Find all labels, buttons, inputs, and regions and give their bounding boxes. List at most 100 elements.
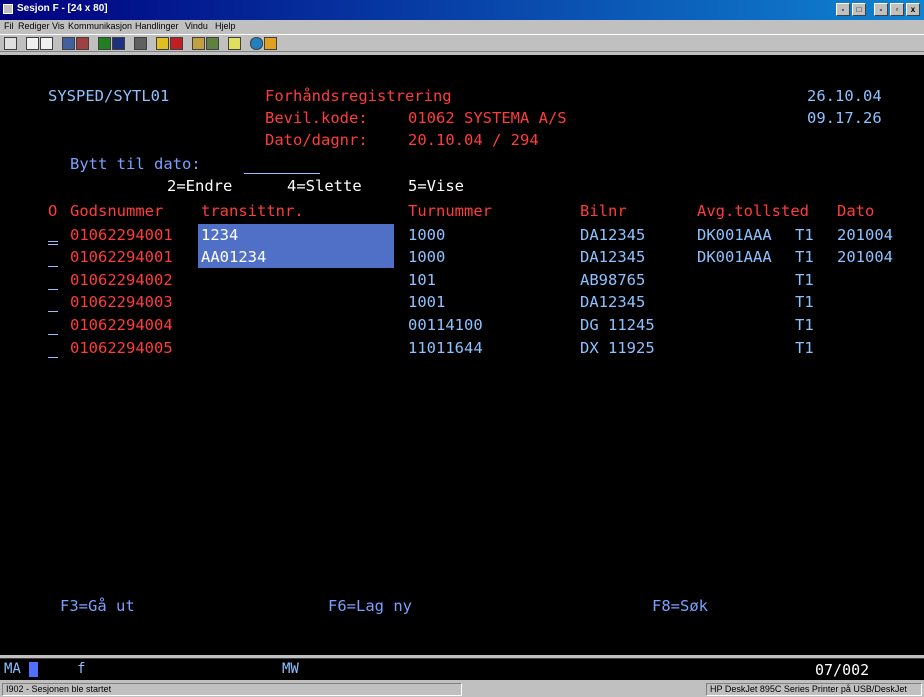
oia-f-indicator: f [77,661,86,677]
option-delete: 4=Slette [287,177,362,195]
col-header-avg-tollsted: Avg.tollsted [697,202,809,220]
menu-vis[interactable]: Vis [52,21,64,31]
option-view: 5=Vise [408,177,464,195]
row-godsnummer: 01062294001 [70,226,173,244]
play-icon[interactable] [192,37,205,50]
row-bilnr: DA12345 [580,293,646,311]
restore-button[interactable]: ▫ [890,3,904,16]
display-icon[interactable] [98,37,111,50]
copy-icon[interactable] [26,37,39,50]
globe-icon[interactable] [250,37,263,50]
row-option-underline [48,357,58,358]
close-button[interactable]: x [906,3,920,16]
print-screen-icon[interactable] [4,37,17,50]
current-time: 09.17.26 [807,109,882,127]
row-type: T1 [795,248,814,266]
record-icon[interactable] [156,37,169,50]
col-header-option: O [48,202,58,220]
dato-label: Dato/dagnr: [265,131,368,149]
row-transittnr-input[interactable]: 1234 [198,224,394,246]
row-option-underline [48,311,58,312]
stop-icon[interactable] [170,37,183,50]
bevil-label: Bevil.kode: [265,109,368,127]
row-option-input[interactable] [48,291,60,311]
menu-vindu[interactable]: Vindu [185,21,208,31]
row-type: T1 [795,293,814,311]
row-type: T1 [795,226,814,244]
script-icon[interactable] [206,37,219,50]
row-bilnr: DA12345 [580,248,646,266]
minimize-button[interactable]: - [874,3,888,16]
toolbar [0,34,924,52]
row-godsnummer: 01062294003 [70,293,173,311]
f3-exit-key[interactable]: F3=Gå ut [60,595,135,617]
row-turnummer: 1000 [408,248,446,266]
row-type: T1 [795,339,814,357]
row-bilnr: AB98765 [580,271,646,289]
row-avg-tollsted: DK001AAA [697,248,772,266]
row-avg-tollsted: DK001AAA [697,226,772,244]
printer-status: HP DeskJet 895C Series Printer på USB/De… [706,683,922,696]
row-option-underline-2 [48,244,58,245]
send-icon[interactable] [62,37,75,50]
row-option-underline [48,334,58,335]
col-header-dato: Dato [837,202,875,220]
row-bilnr: DG 11245 [580,316,655,334]
paste-icon[interactable] [40,37,53,50]
status-bar: I902 - Sesjonen ble startet HP DeskJet 8… [0,681,924,697]
row-option-input[interactable] [48,314,60,334]
row-dato: 201004 [837,248,893,266]
oia-ma-indicator: MA [4,661,21,677]
row-option-underline [48,241,58,242]
operator-info-area: MA f MW 07/002 [0,658,924,680]
row-option-input[interactable] [48,269,60,289]
window-controls: - □ - ▫ x [836,3,920,16]
row-godsnummer: 01062294002 [70,271,173,289]
session-maximize-button[interactable]: □ [852,3,866,16]
oia-mw-indicator: MW [282,661,299,677]
menu-rediger[interactable]: Rediger [18,21,50,31]
menu-fil[interactable]: Fil [4,21,14,31]
macro-icon[interactable] [134,37,147,50]
f8-search-key[interactable]: F8=Søk [652,595,708,617]
monitor-icon[interactable] [112,37,125,50]
row-turnummer: 1001 [408,293,446,311]
menu-kommunikasjon[interactable]: Kommunikasjon [68,21,132,31]
f6-new-key[interactable]: F6=Lag ny [328,595,412,617]
menu-handlinger[interactable]: Handlinger [135,21,179,31]
row-godsnummer: 01062294001 [70,248,173,266]
change-date-label: Bytt til dato: [70,155,201,173]
row-turnummer: 00114100 [408,316,483,334]
clipboard-icon[interactable] [228,37,241,50]
app-icon[interactable] [3,4,13,14]
row-godsnummer: 01062294004 [70,316,173,334]
option-edit: 2=Endre [167,177,233,195]
dato-value: 20.10.04 / 294 [408,131,539,149]
row-transittnr-input[interactable]: AA01234 [198,246,394,268]
col-header-godsnummer: Godsnummer [70,202,164,220]
bevil-value: 01062 SYSTEMA A/S [408,109,567,127]
row-option-underline [48,289,58,290]
row-option-input[interactable] [48,337,60,357]
row-type: T1 [795,271,814,289]
title-bar: Sesjon F - [24 x 80] - □ - ▫ x [0,0,924,20]
menu-hjelp[interactable]: Hjelp [215,21,236,31]
row-turnummer: 11011644 [408,339,483,357]
col-header-bilnr: Bilnr [580,202,627,220]
row-dato: 201004 [837,226,893,244]
cursor-position: 07/002 [815,661,870,679]
screen-title: Forhåndsregistrering [265,87,452,105]
row-option-input[interactable] [48,246,60,266]
row-turnummer: 1000 [408,226,446,244]
col-header-transittnr: transittnr. [201,202,304,220]
session-minimize-button[interactable]: - [836,3,850,16]
row-turnummer: 101 [408,271,436,289]
current-date: 26.10.04 [807,87,882,105]
terminal-screen[interactable]: SYSPED/SYTL01 Forhåndsregistrering 26.10… [0,55,924,655]
col-header-turnummer: Turnummer [408,202,492,220]
row-option-underline [48,266,58,267]
pencil-icon[interactable] [264,37,277,50]
status-message: I902 - Sesjonen ble startet [2,683,462,696]
row-godsnummer: 01062294005 [70,339,173,357]
receive-icon[interactable] [76,37,89,50]
